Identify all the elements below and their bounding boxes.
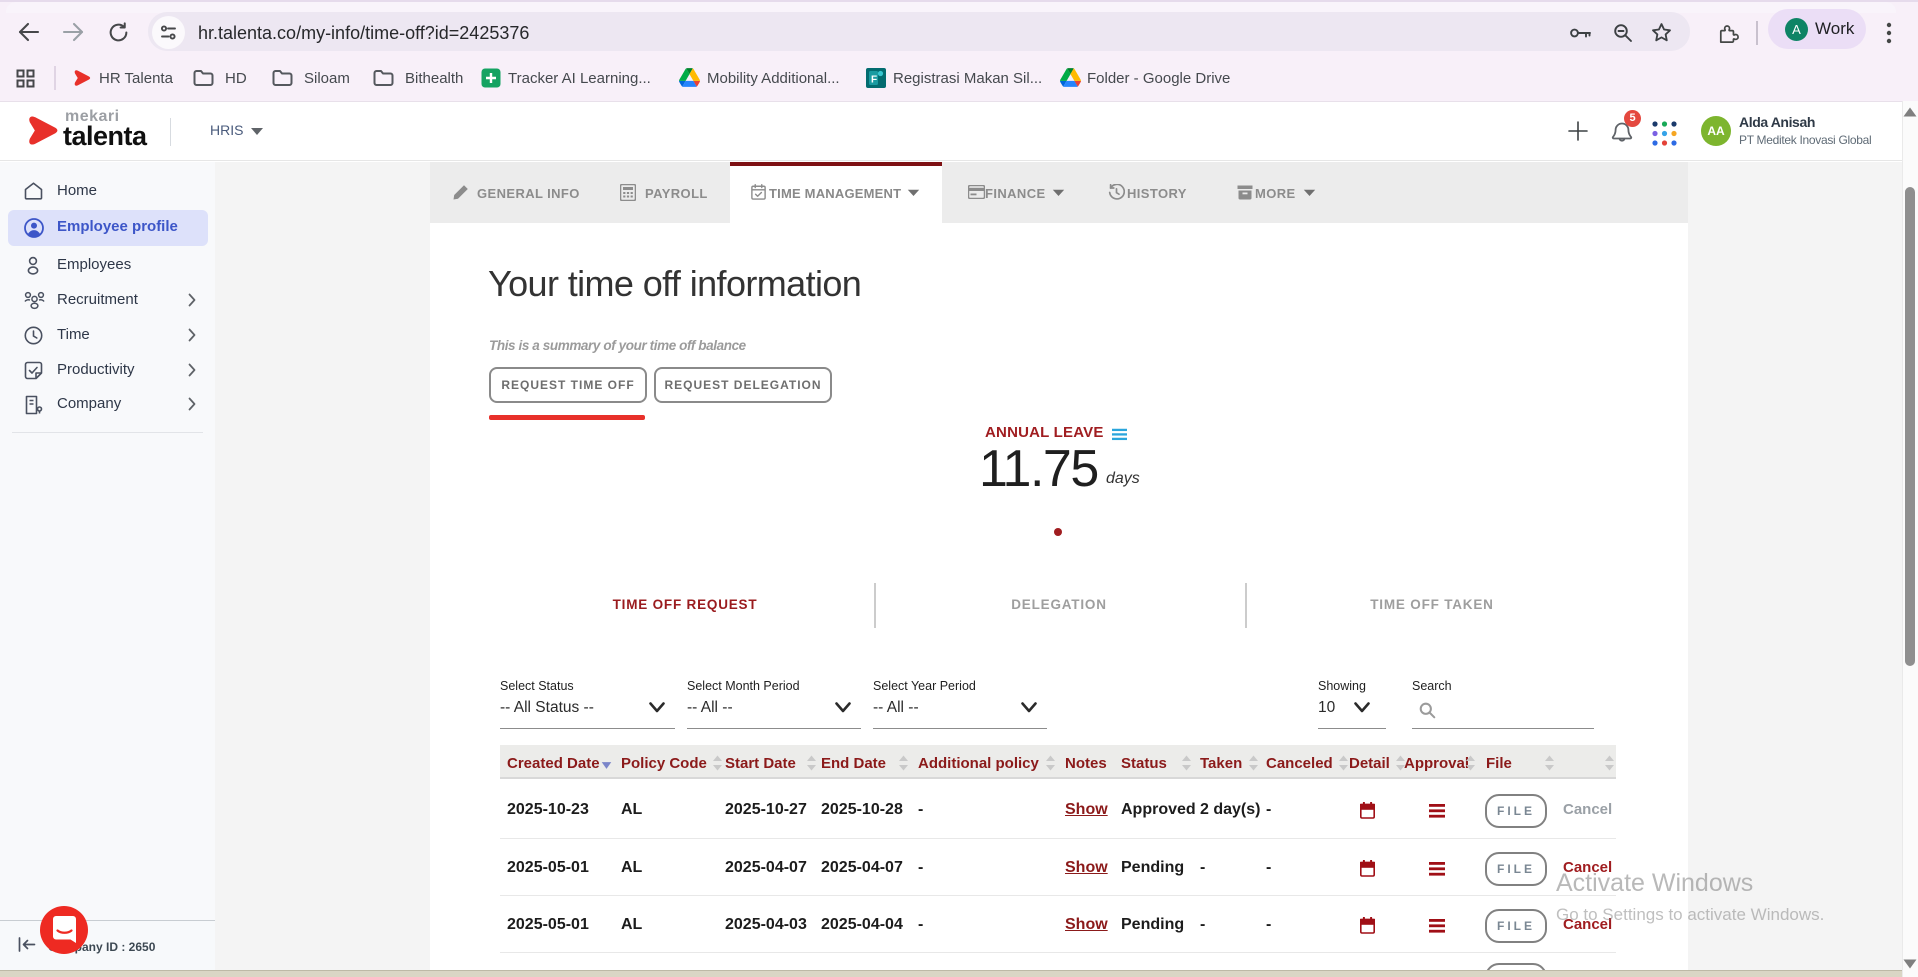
svg-text:F: F xyxy=(871,75,877,86)
